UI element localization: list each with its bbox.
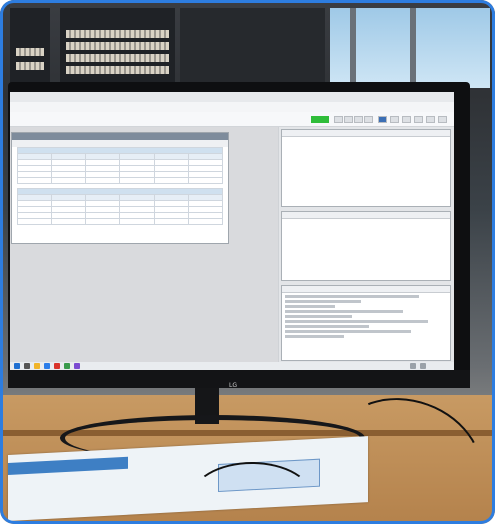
photo-frame: LG xyxy=(0,0,495,524)
app-icon[interactable] xyxy=(64,363,70,369)
panel-header xyxy=(282,212,450,219)
table-cell xyxy=(51,218,87,225)
panel-header xyxy=(282,286,450,293)
panel-title xyxy=(12,133,228,140)
toolbar-button-active[interactable] xyxy=(378,116,387,123)
table-row[interactable] xyxy=(16,177,224,184)
summary-table-2 xyxy=(16,188,224,225)
start-icon[interactable] xyxy=(14,363,20,369)
patch-panel-rack xyxy=(60,8,175,88)
server-rack-right xyxy=(180,8,325,88)
toolbar-button[interactable] xyxy=(344,116,353,123)
paper-header-band xyxy=(8,456,128,475)
toolbar-button[interactable] xyxy=(334,116,343,123)
folder-icon[interactable] xyxy=(34,363,40,369)
server-rack-left xyxy=(10,8,50,88)
table-cell xyxy=(119,218,155,225)
search-icon[interactable] xyxy=(24,363,30,369)
toolbar-button[interactable] xyxy=(402,116,411,123)
right-pane xyxy=(279,127,454,367)
table-cell xyxy=(119,177,155,184)
monitor-logo: LG xyxy=(229,382,237,389)
table-cell xyxy=(85,218,121,225)
panel-header xyxy=(282,130,450,137)
summary-table-1 xyxy=(16,147,224,184)
monitor-screen xyxy=(10,92,454,370)
right-panel-top xyxy=(281,129,451,207)
toolbar-button[interactable] xyxy=(414,116,423,123)
table-cell xyxy=(153,218,189,225)
toolbar-button[interactable] xyxy=(364,116,373,123)
right-panel-middle xyxy=(281,211,451,281)
connection-status-badge[interactable] xyxy=(311,116,329,123)
panel-toolbar xyxy=(12,140,228,147)
table-cell xyxy=(16,177,53,184)
app-icon[interactable] xyxy=(54,363,60,369)
toolbar-button[interactable] xyxy=(426,116,435,123)
office-window xyxy=(330,8,490,88)
log-panel xyxy=(281,285,451,361)
app-menubar xyxy=(10,112,454,127)
table-cell xyxy=(187,218,224,225)
monitor-bezel-bottom xyxy=(8,370,470,388)
app-titlebar xyxy=(10,92,454,102)
tray-icon[interactable] xyxy=(420,363,426,369)
table-cell xyxy=(187,177,224,184)
table-cell xyxy=(85,177,121,184)
taskbar xyxy=(10,362,454,370)
summary-panel xyxy=(11,132,229,244)
browser-icon[interactable] xyxy=(44,363,50,369)
app-icon[interactable] xyxy=(74,363,80,369)
tray-icon[interactable] xyxy=(410,363,416,369)
toolbar-button[interactable] xyxy=(390,116,399,123)
toolbar-button[interactable] xyxy=(438,116,447,123)
address-bar[interactable] xyxy=(10,102,454,112)
table-cell xyxy=(51,177,87,184)
table-cell xyxy=(16,218,53,225)
table-row[interactable] xyxy=(16,218,224,225)
toolbar-button[interactable] xyxy=(354,116,363,123)
table-cell xyxy=(153,177,189,184)
